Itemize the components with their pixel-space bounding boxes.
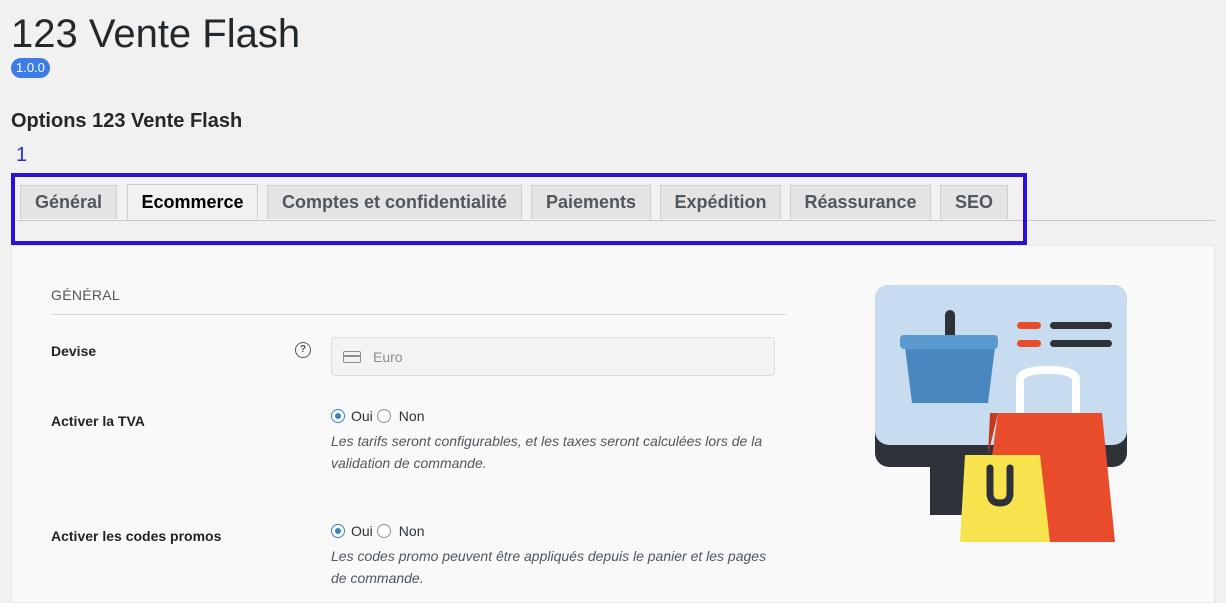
list-line-1 xyxy=(1050,322,1112,329)
group-heading: GÉNÉRAL xyxy=(51,287,121,303)
list-marker-1 xyxy=(1017,322,1041,329)
app-title: 123 Vente Flash xyxy=(11,12,301,56)
page-title: Options 123 Vente Flash xyxy=(11,110,243,132)
vat-description: Les tarifs seront configurables, et les … xyxy=(331,433,763,471)
promo-radio-group: Oui Non xyxy=(331,523,428,539)
list-marker-2 xyxy=(1017,340,1041,347)
currency-value: Euro xyxy=(373,348,403,365)
ecommerce-illustration xyxy=(875,285,1127,542)
vat-option-yes-label: Oui xyxy=(351,408,373,424)
promo-radio-yes[interactable] xyxy=(331,524,345,538)
vat-radio-no[interactable] xyxy=(376,409,391,423)
vat-option-no-label: Non xyxy=(398,408,425,424)
vat-label: Activer la TVA xyxy=(51,413,145,429)
currency-label: Devise xyxy=(51,343,97,359)
credit-card-icon xyxy=(343,350,361,363)
basket-rim xyxy=(900,335,998,349)
vat-radio-group: Oui Non xyxy=(331,408,428,424)
group-divider xyxy=(51,314,787,315)
version-badge: 1.0.0 xyxy=(11,58,50,78)
promo-description: Les codes promo peuvent être appliqués d… xyxy=(331,548,767,586)
promo-label: Activer les codes promos xyxy=(51,528,222,544)
vat-radio-yes[interactable] xyxy=(331,409,345,423)
promo-option-yes-label: Oui xyxy=(351,523,373,539)
currency-select[interactable]: Euro xyxy=(331,337,775,376)
annotation-number: 1 xyxy=(16,144,28,166)
promo-radio-no[interactable] xyxy=(376,524,391,538)
basket-icon xyxy=(905,347,995,403)
question-icon[interactable]: ? xyxy=(295,342,311,358)
list-line-2 xyxy=(1050,340,1112,347)
promo-option-no-label: Non xyxy=(398,523,425,539)
annotation-box xyxy=(11,173,1027,245)
